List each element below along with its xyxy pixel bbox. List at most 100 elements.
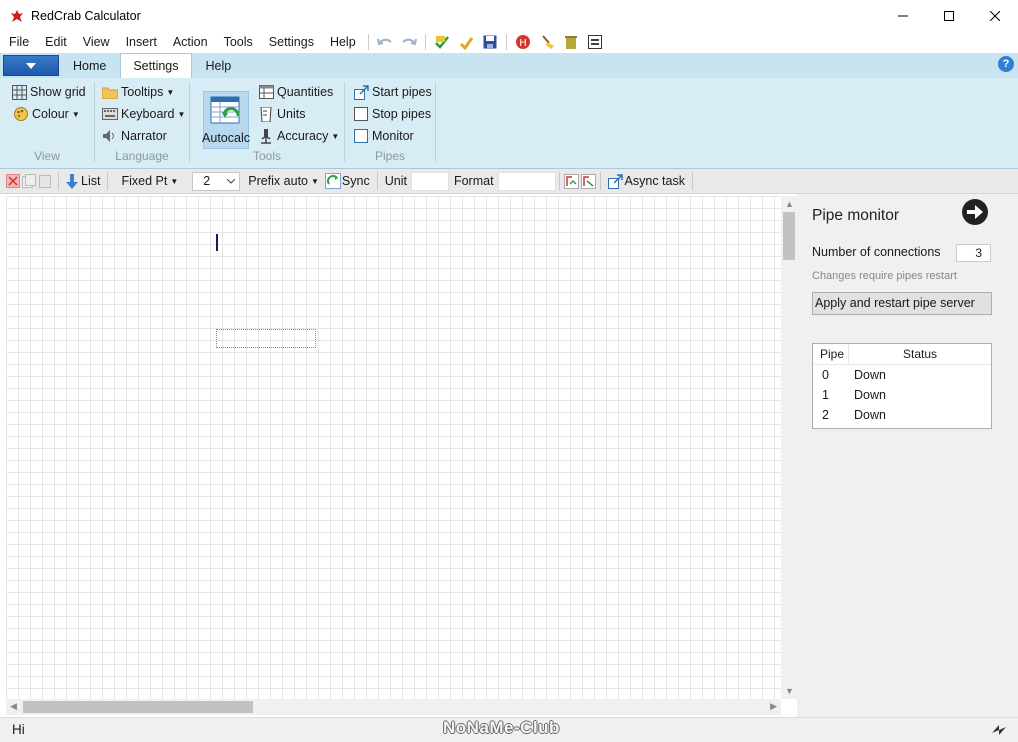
quantities-label: Quantities: [277, 85, 334, 99]
watermark-text: NoNaMe-Club: [443, 718, 560, 737]
menu-tools[interactable]: Tools: [216, 31, 261, 53]
accuracy-label: Accuracy: [277, 129, 329, 143]
tab-home[interactable]: Home: [61, 55, 118, 78]
autocalc-button[interactable]: Autocalc: [202, 91, 250, 149]
connections-input[interactable]: 3: [956, 244, 991, 262]
copy-icon[interactable]: [22, 174, 36, 188]
trash-icon[interactable]: [561, 32, 581, 52]
calculation-worksheet[interactable]: [6, 196, 781, 699]
scroll-down-icon[interactable]: ▼: [785, 686, 794, 696]
format-reset-icon[interactable]: [580, 173, 596, 189]
menu-help[interactable]: Help: [322, 31, 364, 53]
maximize-icon: [944, 10, 954, 21]
table-row[interactable]: 2 Down: [813, 405, 991, 425]
beaker-icon: [258, 106, 274, 122]
undo-icon[interactable]: [375, 32, 395, 52]
help-question-icon[interactable]: ?: [998, 56, 1014, 72]
toolbar-separator: [107, 172, 109, 190]
delete-icon[interactable]: [6, 174, 20, 188]
menu-separator: [367, 34, 369, 50]
quantities-button[interactable]: Quantities: [258, 82, 333, 102]
application-menu-button[interactable]: [3, 55, 59, 76]
accuracy-dropdown[interactable]: Accuracy ▼: [258, 126, 339, 146]
monitor-button[interactable]: Monitor: [353, 126, 414, 146]
horizontal-scrollbar[interactable]: ◀ ▶: [6, 699, 781, 715]
group-separator: [435, 82, 436, 162]
scroll-left-icon[interactable]: ◀: [10, 701, 17, 712]
group-label-language: Language: [115, 149, 169, 163]
prefix-dropdown[interactable]: Prefix auto ▼: [248, 174, 319, 188]
pipes-status-icon[interactable]: [990, 721, 1008, 742]
monitor-label: Monitor: [372, 129, 414, 143]
async-task-icon: [607, 173, 623, 189]
menu-bar: File Edit View Insert Action Tools Setti…: [0, 31, 1018, 53]
scroll-right-icon[interactable]: ▶: [770, 701, 777, 712]
units-button[interactable]: Units: [258, 104, 305, 124]
close-button[interactable]: [972, 0, 1018, 31]
dropdown-caret-icon: ▼: [166, 87, 175, 97]
clean-broom-icon[interactable]: [537, 32, 557, 52]
restart-hint: Changes require pipes restart: [812, 270, 957, 282]
go-arrow-button[interactable]: [962, 199, 988, 225]
minimize-icon: [898, 15, 908, 16]
fixed-point-label: Fixed Pt: [121, 174, 168, 188]
help-lifebuoy-icon[interactable]: H: [513, 32, 533, 52]
selection-box[interactable]: [216, 329, 316, 348]
save-icon[interactable]: [480, 32, 500, 52]
column-header-pipe[interactable]: Pipe: [813, 344, 849, 364]
dropdown-caret-icon: ▼: [331, 131, 340, 141]
minimize-button[interactable]: [880, 0, 926, 31]
list-button[interactable]: List: [66, 173, 101, 189]
stop-pipes-button[interactable]: Stop pipes: [353, 104, 431, 124]
tab-settings[interactable]: Settings: [120, 53, 192, 78]
table-row[interactable]: 1 Down: [813, 385, 991, 405]
paste-icon[interactable]: [38, 174, 52, 188]
menu-file[interactable]: File: [0, 31, 37, 53]
autocalc-icon[interactable]: [456, 32, 476, 52]
apply-restart-button[interactable]: Apply and restart pipe server: [812, 292, 992, 315]
unit-input[interactable]: [410, 171, 449, 191]
menu-action[interactable]: Action: [165, 31, 216, 53]
calculate-check-icon[interactable]: [432, 32, 452, 52]
toolbar-separator: [58, 172, 59, 190]
column-header-status[interactable]: Status: [849, 344, 991, 364]
sync-button[interactable]: Sync: [324, 173, 370, 189]
toolbar-separator: [691, 172, 693, 190]
group-label-tools: Tools: [252, 149, 281, 163]
tooltips-dropdown[interactable]: Tooltips ▼: [102, 82, 174, 102]
sync-icon: [324, 173, 341, 189]
table-row[interactable]: 0 Down: [813, 365, 991, 385]
format-apply-icon[interactable]: [563, 173, 579, 189]
menu-settings[interactable]: Settings: [261, 31, 322, 53]
dropdown-caret-icon: ▼: [311, 176, 319, 186]
pipe-cell: 0: [822, 368, 829, 382]
show-grid-button[interactable]: Show grid: [11, 82, 86, 102]
equals-icon[interactable]: [585, 32, 605, 52]
tooltips-label: Tooltips: [121, 85, 164, 99]
format-input[interactable]: [497, 171, 556, 191]
async-task-label: Async task: [624, 174, 685, 188]
vertical-scrollbar[interactable]: ▲ ▼: [781, 196, 797, 699]
keyboard-dropdown[interactable]: Keyboard ▼: [102, 104, 185, 124]
fixed-point-dropdown[interactable]: Fixed Pt ▼: [121, 174, 178, 188]
menu-view[interactable]: View: [75, 31, 118, 53]
maximize-button[interactable]: [926, 0, 972, 31]
tab-help[interactable]: Help: [194, 55, 244, 78]
ribbon-group-view: Show grid Colour ▼ View: [0, 78, 94, 167]
vertical-scroll-thumb[interactable]: [783, 212, 795, 260]
async-task-button[interactable]: Async task: [607, 173, 685, 189]
start-pipes-button[interactable]: Start pipes: [353, 82, 432, 102]
chevron-down-icon: [227, 178, 236, 184]
list-label: List: [81, 174, 101, 188]
scroll-up-icon[interactable]: ▲: [785, 199, 794, 209]
colour-dropdown[interactable]: Colour ▼: [13, 104, 80, 124]
group-label-view: View: [34, 149, 60, 163]
narrator-button[interactable]: Narrator: [102, 126, 167, 146]
toolbar-separator: [599, 172, 601, 190]
horizontal-scroll-thumb[interactable]: [23, 701, 253, 713]
precision-select[interactable]: 2: [192, 171, 241, 191]
chevron-down-icon: [26, 62, 36, 69]
menu-insert[interactable]: Insert: [118, 31, 165, 53]
redo-icon[interactable]: [399, 32, 419, 52]
menu-edit[interactable]: Edit: [37, 31, 75, 53]
